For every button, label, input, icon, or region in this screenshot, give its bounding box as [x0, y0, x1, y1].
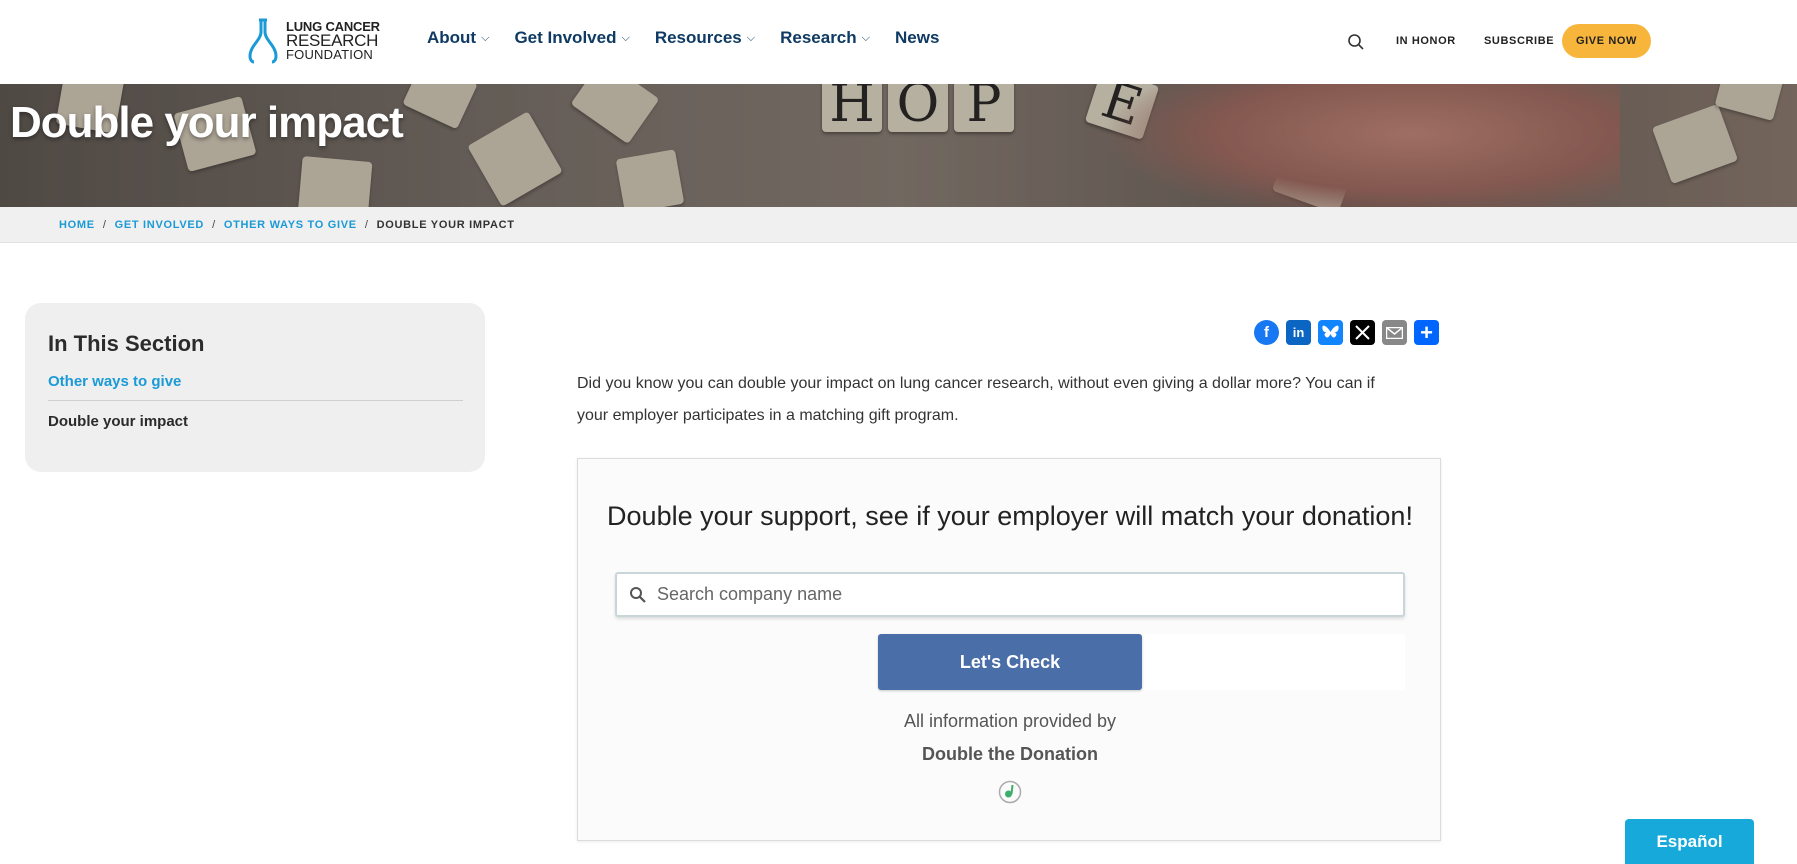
breadcrumb-home[interactable]: HOME: [59, 219, 95, 231]
matching-gift-widget: Double your support, see if your employe…: [577, 458, 1441, 841]
page-title: Double your impact: [10, 98, 404, 147]
site-header: LUNG CANCER RESEARCH FOUNDATION About ⌵ G…: [0, 0, 1797, 84]
logo-line-2: RESEARCH: [286, 31, 379, 50]
nav-news[interactable]: News: [895, 28, 939, 48]
info-provided-by: All information provided by: [903, 711, 1117, 731]
nav-about-label: About: [427, 28, 477, 47]
nav-research[interactable]: Research ⌵: [780, 28, 870, 48]
facebook-icon[interactable]: f: [1254, 320, 1279, 345]
intro-paragraph: Did you know you can double your impact …: [577, 375, 1375, 424]
breadcrumb-other-ways-to-give[interactable]: OTHER WAYS TO GIVE: [224, 219, 357, 231]
breadcrumb-get-involved[interactable]: GET INVOLVED: [115, 219, 204, 231]
breadcrumb-current: DOUBLE YOUR IMPACT: [376, 218, 515, 231]
breadcrumb: HOME / GET INVOLVED / OTHER WAYS TO GIVE…: [0, 207, 1797, 243]
espanol-language-button[interactable]: Español: [1625, 819, 1754, 864]
chevron-down-icon: ⌵: [481, 31, 490, 44]
subscribe-link[interactable]: SUBSCRIBE: [1484, 35, 1554, 47]
in-this-section-panel: In This Section Other ways to give Doubl…: [25, 303, 485, 472]
bluesky-icon[interactable]: [1318, 320, 1343, 345]
nav-resources-label: Resources: [654, 28, 742, 47]
x-icon[interactable]: [1350, 320, 1375, 345]
double-the-donation-logo-icon: [998, 780, 1022, 804]
chevron-down-icon: ⌵: [621, 31, 630, 44]
nav-about[interactable]: About ⌵: [427, 28, 489, 48]
logo-text: LUNG CANCER RESEARCH FOUNDATION: [286, 20, 380, 62]
company-search-input[interactable]: [657, 584, 1357, 605]
lets-check-button[interactable]: Let's Check: [878, 634, 1142, 690]
breadcrumb-separator: /: [102, 218, 107, 231]
sidebar-item-double-your-impact[interactable]: Double your impact: [48, 413, 463, 430]
nav-research-label: Research: [780, 28, 857, 47]
nav-resources[interactable]: Resources ⌵: [655, 28, 755, 48]
button-spacer: [1144, 634, 1405, 690]
give-now-button[interactable]: GIVE NOW: [1562, 24, 1651, 58]
nav-news-label: News: [895, 28, 940, 47]
main-nav: About ⌵ Get Involved ⌵ Resources ⌵ Research…: [427, 28, 964, 48]
share-bar: f in +: [1254, 320, 1439, 345]
breadcrumb-separator: /: [212, 218, 216, 231]
nav-get-involved[interactable]: Get Involved ⌵: [514, 28, 629, 48]
double-the-donation-brand[interactable]: Double the Donation: [578, 744, 1442, 765]
share-icon[interactable]: +: [1414, 320, 1439, 345]
logo-lungs-icon: [248, 18, 278, 64]
widget-heading: Double your support, see if your employe…: [607, 501, 1413, 531]
chevron-down-icon: ⌵: [746, 31, 756, 44]
section-heading: In This Section: [48, 331, 205, 356]
in-honor-link[interactable]: IN HONOR: [1396, 35, 1456, 47]
search-icon[interactable]: [1347, 33, 1365, 51]
chevron-down-icon: ⌵: [861, 31, 870, 44]
logo-line-3: FOUNDATION: [286, 47, 373, 62]
breadcrumb-separator: /: [364, 218, 369, 231]
sidebar-item-other-ways-to-give[interactable]: Other ways to give: [48, 373, 463, 401]
nav-get-involved-label: Get Involved: [514, 28, 617, 47]
hero-banner: H O P E Double your impact: [0, 84, 1797, 207]
email-icon[interactable]: [1382, 320, 1407, 345]
company-search[interactable]: [615, 572, 1405, 617]
linkedin-icon[interactable]: in: [1286, 320, 1311, 345]
lcrf-logo[interactable]: LUNG CANCER RESEARCH FOUNDATION: [244, 18, 380, 64]
search-icon: [630, 586, 646, 603]
